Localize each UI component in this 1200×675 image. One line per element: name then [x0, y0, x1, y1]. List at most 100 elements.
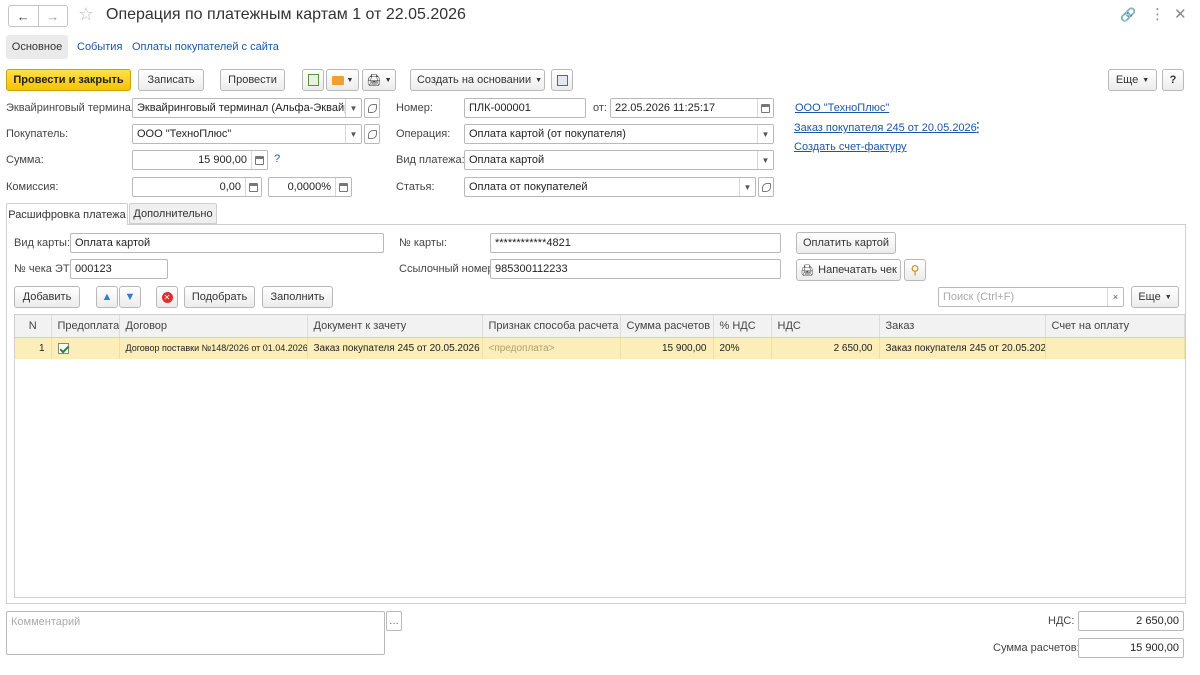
comment-field[interactable]: Комментарий — [6, 611, 385, 655]
col-contract[interactable]: Договор — [119, 315, 308, 338]
operation-field[interactable]: Оплата картой (от покупателя) ▼ — [464, 124, 774, 144]
cell-vat-rate[interactable]: 20% — [713, 337, 772, 359]
cell-prepay[interactable] — [51, 337, 120, 359]
search-receipt-button[interactable]: ⚲ — [904, 259, 926, 281]
payment-type-field[interactable]: Оплата картой ▼ — [464, 150, 774, 170]
col-prepay[interactable]: Предоплата — [51, 315, 120, 338]
calendar-button[interactable] — [757, 99, 773, 117]
terminal-open-button[interactable] — [364, 98, 380, 118]
calculator-button[interactable] — [245, 178, 261, 196]
company-link[interactable]: ООО "ТехноПлюс" — [795, 102, 889, 114]
open-link-icon — [367, 103, 377, 113]
article-label: Статья: — [396, 181, 435, 193]
calculator-icon — [339, 182, 348, 192]
cell-invoice[interactable] — [1045, 337, 1185, 359]
search-input[interactable]: Поиск (Ctrl+F) × — [938, 287, 1124, 307]
sum-total-value: 15 900,00 — [1130, 642, 1179, 654]
sum-total-field: 15 900,00 — [1078, 638, 1184, 658]
more-button[interactable]: Еще ▼ — [1108, 69, 1157, 91]
receipt-label: № чека ЭТ: — [14, 263, 73, 275]
prepay-checkbox[interactable] — [57, 342, 69, 354]
chevron-down-icon[interactable]: ▼ — [757, 125, 773, 143]
card-number-value: ************4821 — [495, 237, 571, 249]
link-icon[interactable]: 🔗 — [1120, 7, 1136, 23]
arrow-left-icon: ← — [16, 8, 30, 24]
chevron-down-icon[interactable]: ▼ — [345, 125, 361, 143]
pick-button[interactable]: Подобрать — [184, 286, 255, 308]
col-vat[interactable]: НДС — [771, 315, 880, 338]
sum-help-icon[interactable]: ? — [274, 153, 280, 165]
col-invoice[interactable]: Счет на оплату — [1045, 315, 1185, 338]
print-button[interactable]: 🖨 ▼ — [362, 69, 396, 91]
commission-field[interactable]: 0,00 — [132, 177, 262, 197]
tab-site-payments[interactable]: Оплаты покупателей с сайта — [132, 41, 279, 53]
subtab-additional[interactable]: Дополнительно — [129, 203, 217, 224]
save-button[interactable]: Записать — [138, 69, 204, 91]
delete-button[interactable]: ✕ — [156, 286, 178, 308]
favorite-star-icon[interactable]: ☆ — [78, 4, 94, 25]
buyer-open-button[interactable] — [364, 124, 380, 144]
help-button[interactable]: ? — [1162, 69, 1184, 91]
col-amount[interactable]: Сумма расчетов — [620, 315, 714, 338]
chevron-down-icon[interactable]: ▼ — [345, 99, 361, 117]
ref-number-field[interactable]: 985300112233 — [490, 259, 781, 279]
close-icon[interactable]: ✕ — [1174, 5, 1187, 23]
post-and-close-button[interactable]: Провести и закрыть — [6, 69, 131, 91]
structure-button[interactable] — [551, 69, 573, 91]
buyer-field[interactable]: ООО "ТехноПлюс" ▼ — [132, 124, 362, 144]
tab-main[interactable]: Основное — [6, 35, 68, 59]
date-field[interactable]: 22.05.2026 11:25:17 — [610, 98, 774, 118]
cell-amount[interactable]: 15 900,00 — [620, 337, 714, 359]
subtab-payment-breakdown[interactable]: Расшифровка платежа — [6, 203, 128, 225]
col-n[interactable]: N — [15, 315, 52, 338]
article-field[interactable]: Оплата от покупателей ▼ — [464, 177, 756, 197]
back-button[interactable]: ← — [9, 6, 39, 26]
calculator-icon — [255, 155, 264, 165]
number-field[interactable]: ПЛК-000001 — [464, 98, 586, 118]
col-order[interactable]: Заказ — [879, 315, 1046, 338]
order-link[interactable]: Заказ покупателя 245 от 20.05.2026 — [794, 122, 977, 134]
commission-percent-field[interactable]: 0,0000% — [268, 177, 352, 197]
article-open-button[interactable] — [758, 177, 774, 197]
create-based-on-button[interactable]: Создать на основании ▼ — [410, 69, 545, 91]
table-more-button[interactable]: Еще ▼ — [1131, 286, 1179, 308]
table-row[interactable]: 1 Договор поставки №148/2026 от 01.04.20… — [15, 337, 1185, 359]
sum-field[interactable]: 15 900,00 — [132, 150, 268, 170]
receipt-field[interactable]: 000123 — [70, 259, 168, 279]
cell-method[interactable]: <предоплата> — [482, 337, 621, 359]
chevron-down-icon[interactable]: ▼ — [739, 178, 755, 196]
cell-vat[interactable]: 2 650,00 — [771, 337, 880, 359]
calculator-button[interactable] — [251, 151, 267, 169]
calculator-button[interactable] — [335, 178, 351, 196]
fill-button[interactable]: Заполнить — [262, 286, 333, 308]
cell-contract[interactable]: Договор поставки №148/2026 от 01.04.2026 — [119, 337, 308, 359]
chevron-down-icon[interactable]: ▼ — [757, 151, 773, 169]
move-down-button[interactable]: ▼ — [119, 286, 141, 308]
move-up-button[interactable]: ▲ — [96, 286, 118, 308]
email-button[interactable]: ▼ — [326, 69, 359, 91]
tab-events[interactable]: События — [77, 41, 122, 53]
forward-button[interactable]: → — [39, 6, 68, 26]
commission-value: 0,00 — [219, 181, 241, 193]
comment-expand-button[interactable]: … — [386, 611, 402, 631]
post-button[interactable]: Провести — [220, 69, 285, 91]
add-button[interactable]: Добавить — [14, 286, 80, 308]
cell-order[interactable]: Заказ покупателя 245 от 20.05.2026 — [879, 337, 1046, 359]
report-button[interactable] — [302, 69, 324, 91]
col-method[interactable]: Признак способа расчета — [482, 315, 621, 338]
create-invoice-link[interactable]: Создать счет-фактуру — [794, 141, 907, 153]
card-type-field[interactable]: Оплата картой — [70, 233, 384, 253]
col-document[interactable]: Документ к зачету — [307, 315, 483, 338]
printer-icon: 🖨 — [366, 73, 382, 87]
pay-by-card-button[interactable]: Оплатить картой — [796, 232, 896, 254]
vat-total-value: 2 650,00 — [1136, 615, 1179, 627]
clear-search-icon[interactable]: × — [1107, 288, 1123, 306]
terminal-field[interactable]: Эквайринговый терминал (Альфа-Эквайринг)… — [132, 98, 362, 118]
cell-document[interactable]: Заказ покупателя 245 от 20.05.2026 — [307, 337, 483, 359]
print-receipt-button[interactable]: 🖨 Напечатать чек — [796, 259, 901, 281]
order-link-menu-icon[interactable]: ⋮ — [971, 119, 985, 136]
card-number-field[interactable]: ************4821 — [490, 233, 781, 253]
kebab-menu-icon[interactable]: ⋮ — [1150, 5, 1165, 23]
col-vat-rate[interactable]: % НДС — [713, 315, 772, 338]
date-value: 22.05.2026 11:25:17 — [615, 102, 716, 114]
